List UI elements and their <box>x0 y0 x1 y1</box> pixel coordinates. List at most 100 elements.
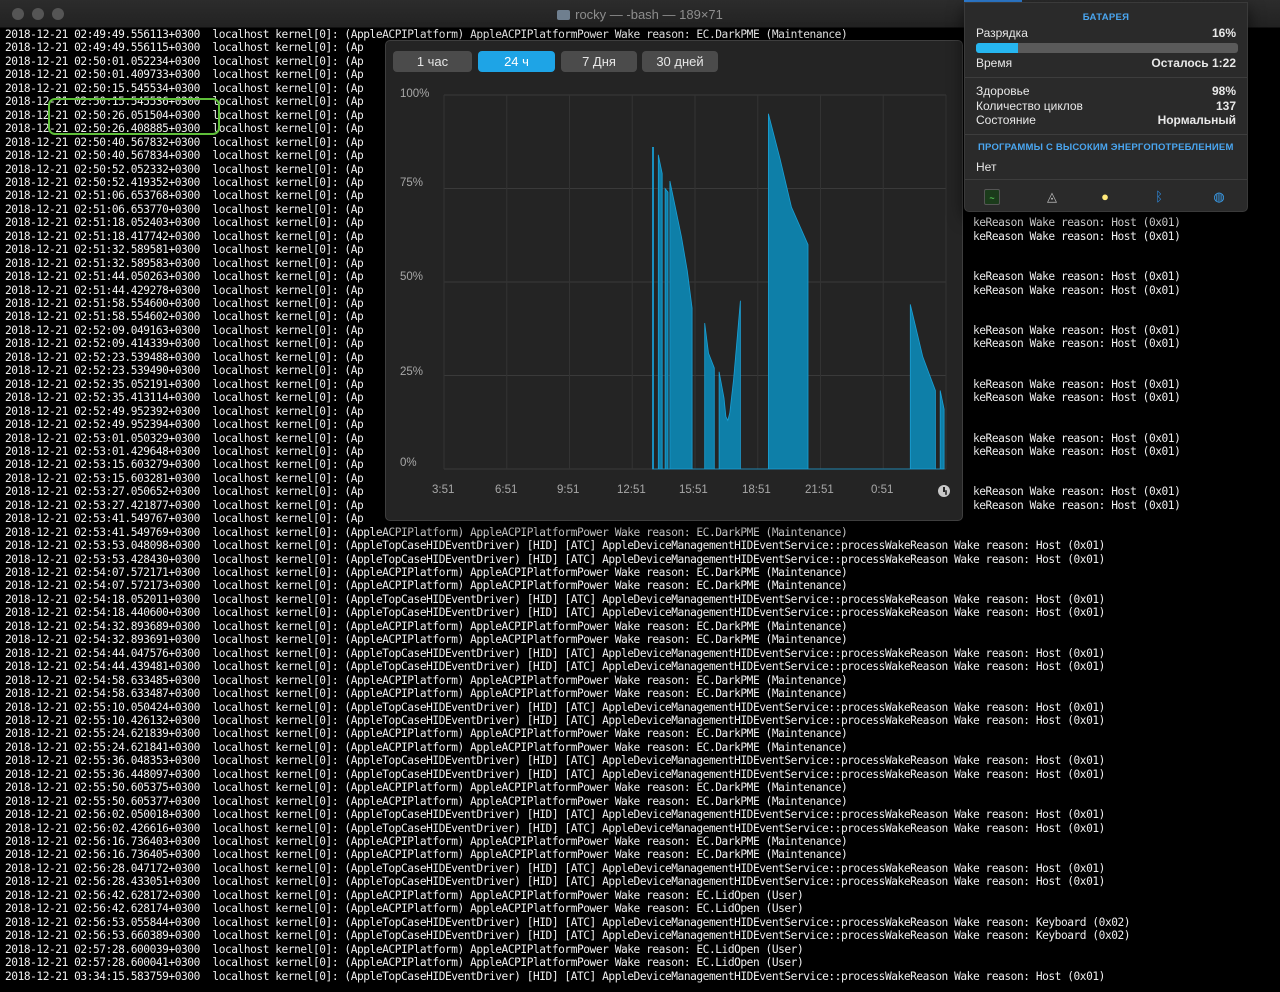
terminal-line: 2018-12-21 02:56:42.628172+0300 localhos… <box>5 888 804 902</box>
terminal-line: 2018-12-21 02:54:18.440600+0300 localhos… <box>5 606 1105 620</box>
energy-apps-title: ПРОГРАММЫ С ВЫСОКИМ ЭНЕРГОПОТРЕБЛЕНИЕМ <box>978 142 1234 153</box>
terminal-line: 2018-12-21 02:54:32.893689+0300 localhos… <box>5 619 848 633</box>
condition-row: Состояние Нормальный <box>976 113 1236 128</box>
cycles-row: Количество циклов 137 <box>976 99 1236 114</box>
charge-row: Разрядка 16% <box>976 26 1236 41</box>
terminal-line: 2018-12-21 02:49:49.556115+0300 localhos… <box>5 41 364 55</box>
terminal-line: 2018-12-21 02:55:50.605377+0300 localhos… <box>5 794 848 808</box>
divider <box>965 77 1247 78</box>
x-tick-label: 9:51 <box>557 484 580 496</box>
y-tick-label: 50% <box>400 271 424 283</box>
battery-level-chart <box>443 94 947 470</box>
health-label: Здоровье <box>976 84 1030 98</box>
terminal-line: 2018-12-21 02:51:32.589583+0300 localhos… <box>5 256 364 270</box>
x-tick-label: 21:51 <box>805 484 834 496</box>
terminal-line: 2018-12-21 02:54:44.047576+0300 localhos… <box>5 646 1105 660</box>
terminal-line: 2018-12-21 02:56:02.426616+0300 localhos… <box>5 821 1105 835</box>
battery-menu-header: БАТАРЕЯ <box>1082 12 1130 23</box>
terminal-line: 2018-12-21 02:55:36.048353+0300 localhos… <box>5 754 1105 768</box>
time-row: Время Осталось 1:22 <box>976 56 1236 71</box>
safari-icon[interactable]: ◍ <box>1211 189 1227 205</box>
terminal-line: 2018-12-21 02:52:49.952394+0300 localhos… <box>5 418 364 432</box>
terminal-line: 2018-12-21 02:55:10.050424+0300 localhos… <box>5 700 1105 714</box>
highlight-annotation <box>48 98 220 135</box>
terminal-line: 2018-12-21 02:50:40.567832+0300 localhos… <box>5 135 364 149</box>
terminal-line: 2018-12-21 02:55:50.605375+0300 localhos… <box>5 781 848 795</box>
battery-history-popup: 1 час 24 ч 7 Дня 30 дней 100% 75% 50% 25… <box>385 40 963 521</box>
terminal-line: 2018-12-21 02:55:36.448097+0300 localhos… <box>5 767 1105 781</box>
charge-value: 16% <box>1211 26 1236 40</box>
energy-apps-empty: Нет <box>976 160 997 174</box>
x-tick-label: 3:51 <box>432 484 455 496</box>
x-tick-label: 6:51 <box>495 484 518 496</box>
terminal-line: 2018-12-21 02:50:52.419352+0300 localhos… <box>5 175 364 189</box>
health-value: 98% <box>1211 84 1236 98</box>
terminal-line: 2018-12-21 02:54:58.633487+0300 localhos… <box>5 687 848 701</box>
terminal-line: 2018-12-21 02:56:53.055844+0300 localhos… <box>5 915 1131 929</box>
terminal-line: 2018-12-21 02:55:10.426132+0300 localhos… <box>5 713 1105 727</box>
terminal-line: 2018-12-21 02:53:53.048098+0300 localhos… <box>5 539 1105 553</box>
terminal-line: 2018-12-21 02:54:18.052011+0300 localhos… <box>5 592 1105 606</box>
terminal-line: 2018-12-21 02:56:16.736403+0300 localhos… <box>5 835 848 848</box>
health-row: Здоровье 98% <box>976 84 1236 99</box>
terminal-line: 2018-12-21 02:53:15.603279+0300 localhos… <box>5 458 364 472</box>
terminal-line: 2018-12-21 02:51:32.589581+0300 localhos… <box>5 243 364 257</box>
lightbulb-icon[interactable]: ● <box>1097 189 1113 205</box>
x-tick-label: 15:51 <box>679 484 708 496</box>
y-tick-label: 25% <box>400 366 424 378</box>
terminal-line: 2018-12-21 02:56:16.736405+0300 localhos… <box>5 848 848 862</box>
terminal-line: 2018-12-21 02:52:49.952392+0300 localhos… <box>5 404 364 418</box>
terminal-line: 2018-12-21 02:53:15.603281+0300 localhos… <box>5 471 364 485</box>
terminal-line: 2018-12-21 02:50:01.052234+0300 localhos… <box>5 54 364 68</box>
charge-label: Разрядка <box>976 26 1028 40</box>
activity-monitor-icon[interactable]: ~ <box>984 189 1000 205</box>
x-tick-label: 0:51 <box>871 484 894 496</box>
cycles-value: 137 <box>1215 99 1236 113</box>
time-label: Время <box>976 56 1013 70</box>
terminal-line: 2018-12-21 02:54:07.572173+0300 localhos… <box>5 579 848 593</box>
airdrop-icon[interactable]: ◬ <box>1044 189 1060 205</box>
divider <box>965 179 1247 180</box>
charge-bar <box>976 43 1238 53</box>
terminal-line: 2018-12-21 02:53:53.428430+0300 localhos… <box>5 552 1105 566</box>
terminal-line: 2018-12-21 02:50:52.052332+0300 localhos… <box>5 162 364 176</box>
x-tick-label: 18:51 <box>742 484 771 496</box>
terminal-line: 2018-12-21 02:52:23.539488+0300 localhos… <box>5 350 364 364</box>
terminal-line: 2018-12-21 02:54:32.893691+0300 localhos… <box>5 633 848 647</box>
charge-bar-fill <box>976 43 1018 53</box>
terminal-line: 2018-12-21 02:56:28.433051+0300 localhos… <box>5 875 1105 889</box>
terminal-line: 2018-12-21 02:51:06.653770+0300 localhos… <box>5 202 364 216</box>
terminal-line: 2018-12-21 02:54:58.633485+0300 localhos… <box>5 673 848 687</box>
time-value: Осталось 1:22 <box>1151 56 1236 70</box>
battery-menu: БАТАРЕЯ Разрядка 16% Время Осталось 1:22… <box>964 2 1248 212</box>
condition-value: Нормальный <box>1157 113 1236 127</box>
terminal-line: 2018-12-21 02:57:28.600039+0300 localhos… <box>5 942 804 956</box>
condition-label: Состояние <box>976 113 1036 127</box>
terminal-line: 2018-12-21 02:54:07.572171+0300 localhos… <box>5 566 848 579</box>
clock-icon[interactable] <box>938 485 950 497</box>
y-tick-label: 75% <box>400 177 424 189</box>
terminal-line: 2018-12-21 02:50:40.567834+0300 localhos… <box>5 149 364 163</box>
battery-level-area <box>652 113 945 470</box>
terminal-line: 2018-12-21 02:56:28.047172+0300 localhos… <box>5 861 1105 875</box>
terminal-line: 2018-12-21 03:34:15.583759+0300 localhos… <box>5 969 1105 983</box>
terminal-line: 2018-12-21 02:57:28.600041+0300 localhos… <box>5 956 804 970</box>
terminal-line: 2018-12-21 02:56:53.660389+0300 localhos… <box>5 929 1131 943</box>
terminal-line: 2018-12-21 02:51:06.653768+0300 localhos… <box>5 189 364 203</box>
terminal-line: 2018-12-21 02:55:24.621841+0300 localhos… <box>5 740 848 754</box>
terminal-line: 2018-12-21 02:56:42.628174+0300 localhos… <box>5 902 804 916</box>
terminal-line: 2018-12-21 02:53:41.549769+0300 localhos… <box>5 525 848 539</box>
cycles-label: Количество циклов <box>976 99 1083 113</box>
terminal-line: 2018-12-21 02:51:58.554602+0300 localhos… <box>5 310 364 324</box>
y-tick-label: 100% <box>400 88 430 100</box>
terminal-line: 2018-12-21 02:54:44.439481+0300 localhos… <box>5 660 1105 674</box>
terminal-line: 2018-12-21 02:55:24.621839+0300 localhos… <box>5 727 848 741</box>
bluetooth-icon[interactable]: ᛒ <box>1151 189 1167 205</box>
folder-icon <box>557 10 571 20</box>
y-tick-label: 0% <box>400 457 417 469</box>
terminal-line: 2018-12-21 02:53:41.549767+0300 localhos… <box>5 512 364 526</box>
terminal-line: 2018-12-21 02:50:01.409733+0300 localhos… <box>5 68 364 82</box>
terminal-line: 2018-12-21 02:50:15.545534+0300 localhos… <box>5 81 364 95</box>
divider <box>965 134 1247 135</box>
terminal-line: 2018-12-21 02:56:02.050018+0300 localhos… <box>5 808 1105 822</box>
